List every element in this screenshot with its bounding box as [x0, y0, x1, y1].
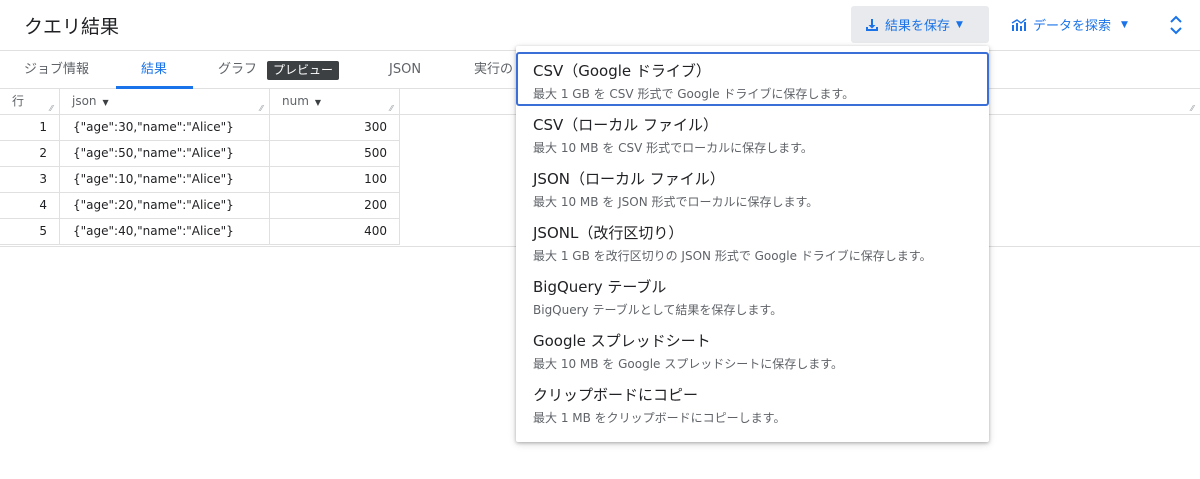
menu-item-json-local[interactable]: JSON（ローカル ファイル） 最大 10 MB を JSON 形式でローカルに…: [516, 160, 989, 214]
caret-down-icon: ▼: [956, 19, 963, 30]
menu-item-title: クリップボードにコピー: [533, 386, 699, 404]
tab-job-info[interactable]: ジョブ情報: [24, 51, 89, 89]
chart-icon: [1011, 17, 1027, 31]
resize-handle-icon[interactable]: ⁄⁄: [260, 105, 267, 113]
menu-item-copy-clipboard[interactable]: クリップボードにコピー 最大 1 MB をクリップボードにコピーします。: [516, 376, 989, 430]
row-number-cell: 1: [0, 115, 60, 140]
menu-item-csv-local[interactable]: CSV（ローカル ファイル） 最大 10 MB を CSV 形式でローカルに保存…: [516, 106, 989, 160]
menu-item-bigquery-table[interactable]: BigQuery テーブル BigQuery テーブルとして結果を保存します。: [516, 268, 989, 322]
tab-execution[interactable]: 実行の: [474, 51, 513, 89]
menu-item-description: 最大 10 MB を JSON 形式でローカルに保存します。: [533, 195, 819, 209]
menu-item-title: CSV（ローカル ファイル）: [533, 116, 719, 134]
save-results-button[interactable]: 結果を保存 ▼: [851, 6, 989, 43]
menu-item-description: 最大 1 GB を改行区切りの JSON 形式で Google ドライブに保存し…: [533, 249, 932, 263]
caret-down-icon: ▼: [1121, 19, 1128, 30]
preview-badge: プレビュー: [267, 61, 340, 80]
menu-item-title: Google スプレッドシート: [533, 332, 711, 350]
tab-chart[interactable]: グラフ: [218, 51, 257, 89]
table-row: 1 {"age":30,"name":"Alice"} 300: [0, 115, 400, 141]
tab-json[interactable]: JSON: [389, 51, 421, 89]
table-row: 5 {"age":40,"name":"Alice"} 400: [0, 219, 400, 245]
save-results-menu: CSV（Google ドライブ） 最大 1 GB を CSV 形式で Googl…: [516, 46, 989, 442]
column-header-json[interactable]: json ▼ ⁄⁄: [60, 89, 270, 114]
menu-item-description: 最大 10 MB を CSV 形式でローカルに保存します。: [533, 141, 813, 155]
caret-down-icon[interactable]: ▼: [103, 98, 109, 107]
resize-handle-icon[interactable]: ⁄⁄: [390, 105, 397, 113]
menu-item-description: BigQuery テーブルとして結果を保存します。: [533, 303, 783, 317]
menu-item-title: JSONL（改行区切り）: [533, 224, 684, 242]
menu-item-title: CSV（Google ドライブ）: [533, 62, 711, 80]
json-cell[interactable]: {"age":30,"name":"Alice"}: [60, 115, 270, 140]
row-number-cell: 4: [0, 193, 60, 218]
save-results-label: 結果を保存: [885, 19, 951, 34]
resize-handle-icon[interactable]: ⁄⁄: [1191, 105, 1198, 113]
num-cell[interactable]: 100: [270, 167, 400, 192]
page-header: クエリ結果 結果を保存 ▼ データを探索 ▼: [0, 0, 1200, 50]
menu-item-csv-drive[interactable]: CSV（Google ドライブ） 最大 1 GB を CSV 形式で Googl…: [516, 52, 989, 106]
column-header-num[interactable]: num ▼ ⁄⁄: [270, 89, 400, 114]
menu-item-description: 最大 1 MB をクリップボードにコピーします。: [533, 411, 786, 425]
menu-item-description: 最大 1 GB を CSV 形式で Google ドライブに保存します。: [533, 87, 855, 101]
column-header-label: 行: [12, 94, 25, 108]
menu-item-description: 最大 10 MB を Google スプレッドシートに保存します。: [533, 357, 844, 371]
json-cell[interactable]: {"age":40,"name":"Alice"}: [60, 219, 270, 244]
row-number-cell: 3: [0, 167, 60, 192]
table-row: 2 {"age":50,"name":"Alice"} 500: [0, 141, 400, 167]
table-row: 3 {"age":10,"name":"Alice"} 100: [0, 167, 400, 193]
row-number-cell: 2: [0, 141, 60, 166]
page-title: クエリ結果: [24, 16, 120, 38]
caret-down-icon[interactable]: ▼: [315, 98, 321, 107]
explore-data-label: データを探索: [1033, 19, 1112, 34]
column-header-label: num: [282, 94, 309, 108]
explore-data-button[interactable]: データを探索 ▼: [1011, 6, 1128, 43]
num-cell[interactable]: 400: [270, 219, 400, 244]
table-row: 4 {"age":20,"name":"Alice"} 200: [0, 193, 400, 219]
menu-item-google-sheets[interactable]: Google スプレッドシート 最大 10 MB を Google スプレッドシ…: [516, 322, 989, 376]
download-icon: [866, 18, 878, 31]
row-number-cell: 5: [0, 219, 60, 244]
menu-item-title: BigQuery テーブル: [533, 278, 667, 296]
tab-results[interactable]: 結果: [141, 51, 167, 89]
num-cell[interactable]: 200: [270, 193, 400, 218]
menu-item-jsonl[interactable]: JSONL（改行区切り） 最大 1 GB を改行区切りの JSON 形式で Go…: [516, 214, 989, 268]
column-header-row[interactable]: 行 ⁄⁄: [0, 89, 60, 114]
num-cell[interactable]: 300: [270, 115, 400, 140]
menu-item-title: JSON（ローカル ファイル）: [533, 170, 725, 188]
json-cell[interactable]: {"age":20,"name":"Alice"}: [60, 193, 270, 218]
resize-handle-icon[interactable]: ⁄⁄: [50, 105, 57, 113]
num-cell[interactable]: 500: [270, 141, 400, 166]
json-cell[interactable]: {"age":50,"name":"Alice"}: [60, 141, 270, 166]
unfold-icon[interactable]: [1166, 14, 1186, 36]
json-cell[interactable]: {"age":10,"name":"Alice"}: [60, 167, 270, 192]
column-header-label: json: [72, 94, 97, 108]
